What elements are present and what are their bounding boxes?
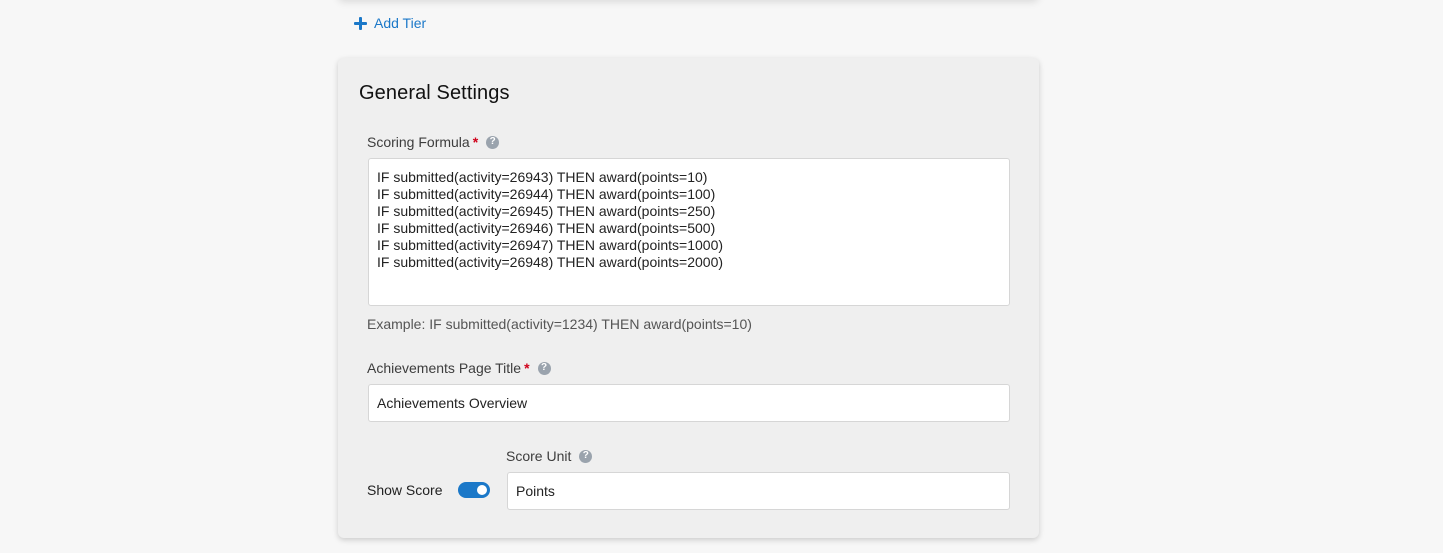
achievements-title-label: Achievements Page Title * ? bbox=[367, 360, 551, 376]
scoring-formula-label: Scoring Formula * ? bbox=[367, 134, 500, 150]
add-tier-label: Add Tier bbox=[374, 15, 427, 31]
required-mark: * bbox=[524, 360, 530, 376]
show-score-control: Show Score bbox=[367, 482, 491, 498]
general-settings-card: General Settings Scoring Formula * ? IF … bbox=[338, 58, 1039, 538]
required-mark: * bbox=[472, 134, 479, 150]
show-score-toggle[interactable] bbox=[458, 482, 491, 498]
score-unit-label: Score Unit ? bbox=[506, 448, 593, 464]
toggle-knob bbox=[477, 485, 488, 495]
help-icon[interactable]: ? bbox=[579, 449, 593, 463]
help-icon[interactable]: ? bbox=[486, 135, 500, 149]
card-title: General Settings bbox=[359, 82, 510, 104]
score-unit-label-text: Score Unit bbox=[506, 448, 572, 464]
achievements-title-input[interactable]: Achievements Overview bbox=[368, 384, 1010, 422]
show-score-label: Show Score bbox=[367, 482, 443, 498]
help-icon[interactable]: ? bbox=[537, 361, 551, 375]
scoring-formula-label-text: Scoring Formula bbox=[367, 134, 470, 150]
scoring-formula-textarea[interactable]: IF submitted(activity=26943) THEN award(… bbox=[368, 158, 1010, 306]
add-tier-button[interactable]: Add Tier bbox=[354, 13, 426, 33]
scoring-formula-hint: Example: IF submitted(activity=1234) THE… bbox=[367, 316, 752, 332]
score-unit-input[interactable]: Points bbox=[507, 472, 1010, 510]
achievements-title-label-text: Achievements Page Title bbox=[367, 360, 522, 376]
plus-icon bbox=[354, 16, 367, 30]
